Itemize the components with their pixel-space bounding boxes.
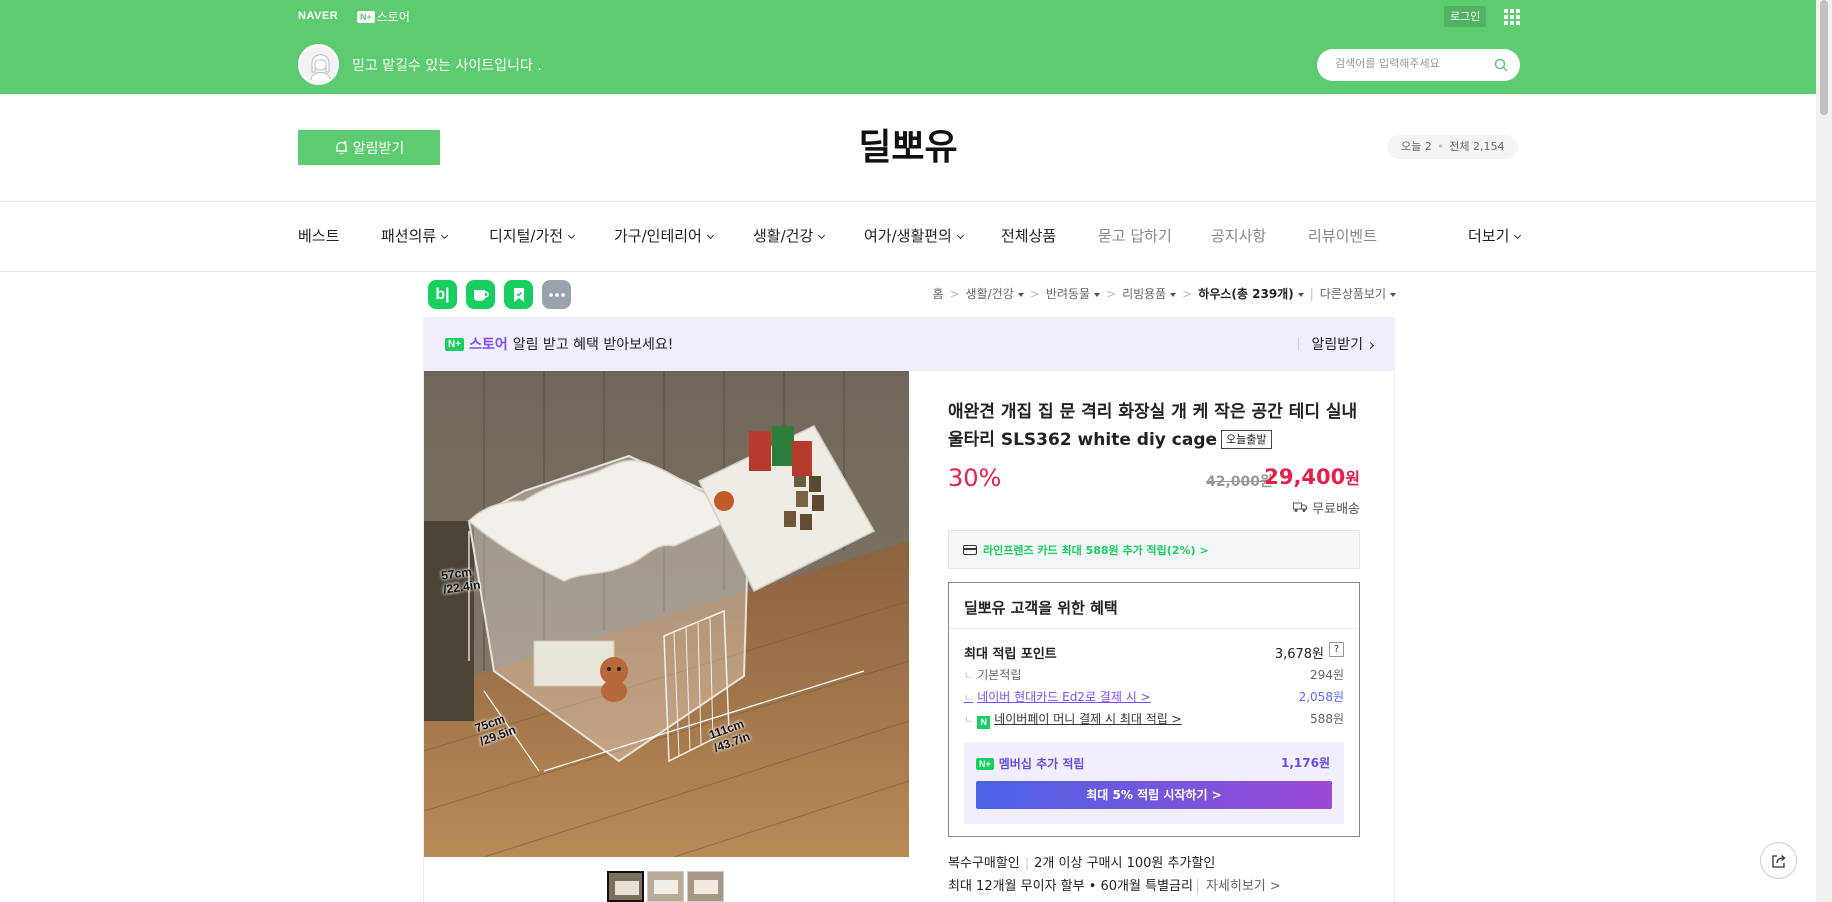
card-benefit-text: 라인프렌즈 카드 최대 588원 추가 적립(2%) >	[983, 544, 1209, 557]
divider	[0, 271, 1816, 272]
visit-counter: 오늘 2 • 전체 2,154	[1387, 135, 1519, 159]
page-scrollbar[interactable]	[1816, 0, 1832, 902]
installment-info: 최대 12개월 무이자 할부 • 60개월 특별금리 자세히보기 >	[948, 879, 1281, 894]
nplus-badge: N+	[445, 337, 465, 351]
credit-card-icon	[963, 545, 977, 555]
top-header: NAVER N+ 스토어 로그인 믿고 맡길수 있는 사이트입니다 .	[0, 0, 1816, 94]
thumbnail[interactable]	[687, 871, 724, 902]
search-icon[interactable]	[1494, 58, 1508, 72]
naver-logo[interactable]: NAVER	[298, 10, 338, 22]
nav-item-leisure[interactable]: 여가/생활편의	[864, 225, 964, 246]
nplus-promo-banner: N+ 스토어 알림 받고 혜택 받아보세요! 알림받기	[423, 317, 1395, 371]
nav-item-notice[interactable]: 공지사항	[1211, 225, 1266, 246]
card-benefit-banner[interactable]: 라인프렌즈 카드 최대 588원 추가 적립(2%) >	[948, 530, 1360, 569]
breadcrumb: 홈 > 생활/건강 > 반려동물 > 리빙용품 > 하우스(총 239개) | …	[932, 285, 1396, 302]
login-button[interactable]: 로그인	[1444, 6, 1487, 27]
chevron-down-icon	[818, 231, 826, 240]
nplus-badge: N+	[357, 10, 375, 23]
more-icon[interactable]	[542, 280, 571, 309]
benefit-box: 딜뽀유 고객을 위한 혜택 최대 적립 포인트 3,678원 ? 기본적립 29…	[948, 582, 1360, 837]
chevron-down-icon	[706, 231, 714, 240]
truck-icon	[1293, 502, 1308, 512]
sale-price: 29,400원	[1264, 465, 1360, 489]
membership-label: N+ 멤버십 추가 적립	[976, 755, 1084, 772]
chevron-down-icon	[568, 231, 576, 240]
nav-item-more[interactable]: 더보기	[1468, 225, 1522, 246]
bulk-discount: 복수구매할인 | 2개 이상 구매시 100원 추가할인	[948, 856, 1216, 871]
chevron-down-icon	[441, 231, 449, 240]
promo-store: 스토어	[469, 337, 508, 353]
nav-item-fashion[interactable]: 패션의류	[381, 225, 449, 246]
promo-alarm-link[interactable]: 알림받기	[1298, 334, 1375, 354]
nplus-badge: N+	[976, 757, 994, 770]
nav-item-best[interactable]: 베스트	[298, 225, 339, 246]
nav-item-qna[interactable]: 묻고 답하기	[1098, 225, 1172, 246]
promo-text: N+ 스토어 알림 받고 혜택 받아보세요!	[445, 334, 673, 354]
nav-item-review-event[interactable]: 리뷰이벤트	[1308, 225, 1377, 246]
product-section: 57cm /22.4in 75cm /29.5in 111cm /43.7in …	[423, 371, 1395, 902]
nav-item-living[interactable]: 생활/건강	[753, 225, 826, 246]
apps-grid-icon[interactable]	[1504, 9, 1520, 25]
divider	[0, 201, 1816, 202]
store-profile-avatar[interactable]	[298, 44, 339, 85]
breadcrumb-item[interactable]: 생활/건강	[966, 285, 1024, 302]
original-price: 42,000원	[1206, 474, 1273, 490]
breadcrumb-home[interactable]: 홈	[932, 285, 943, 302]
share-icon	[1771, 854, 1786, 868]
store-title[interactable]: 딜뽀유	[0, 118, 1816, 170]
share-float-button[interactable]	[1760, 842, 1797, 879]
delivery-info: 무료배송	[1293, 498, 1360, 517]
nplus-store-logo[interactable]: N+ 스토어	[357, 8, 410, 25]
product-title: 애완견 개집 집 문 격리 화장실 개 케 작은 공간 테디 실내 울타리 SL…	[948, 402, 1358, 450]
breadcrumb-other-products[interactable]: 다른상품보기	[1320, 285, 1396, 302]
thumbnail-list	[607, 871, 724, 902]
nplus-store-label: 스토어	[376, 10, 410, 24]
breadcrumb-current[interactable]: 하우스(총 239개)	[1198, 285, 1304, 302]
thumbnail[interactable]	[647, 871, 684, 902]
bookmark-icon[interactable]	[504, 280, 533, 309]
promo-message: 알림 받고 혜택 받아보세요!	[512, 337, 674, 353]
membership-box: N+ 멤버십 추가 적립 1,176원 최대 5% 적립 시작하기 >	[964, 742, 1344, 824]
benefit-title: 딜뽀유 고객을 위한 혜택	[964, 599, 1118, 617]
product-main-image[interactable]: 57cm /22.4in 75cm /29.5in 111cm /43.7in	[424, 371, 909, 857]
help-icon[interactable]: ?	[1329, 642, 1344, 657]
membership-start-button[interactable]: 최대 5% 적립 시작하기 >	[976, 781, 1332, 809]
chevron-down-icon	[1514, 231, 1522, 240]
today-ship-badge: 오늘출발	[1221, 430, 1272, 449]
nav-item-furniture[interactable]: 가구/인테리어	[614, 225, 714, 246]
breadcrumb-item[interactable]: 리빙용품	[1122, 285, 1177, 302]
chevron-down-icon	[956, 231, 964, 240]
cafe-icon[interactable]	[466, 280, 495, 309]
store-tagline: 믿고 맡길수 있는 사이트입니다 .	[352, 58, 542, 74]
max-points-value: 3,678원	[1274, 647, 1324, 662]
search-input[interactable]	[1335, 57, 1485, 70]
visit-today: 오늘 2	[1401, 140, 1432, 153]
installment-more-link[interactable]: 자세히보기 >	[1196, 879, 1281, 894]
nav-item-digital[interactable]: 디지털/가전	[489, 225, 576, 246]
nav-item-all-products[interactable]: 전체상품	[1001, 225, 1056, 246]
npay-icon: N	[977, 716, 991, 729]
membership-value: 1,176원	[1281, 756, 1330, 770]
search-box[interactable]	[1317, 49, 1520, 81]
blog-icon[interactable]: b|	[428, 280, 457, 309]
visit-total: 전체 2,154	[1449, 140, 1505, 153]
share-icons: b|	[428, 280, 571, 309]
discount-rate: 30%	[948, 464, 1002, 492]
breadcrumb-item[interactable]: 반려동물	[1046, 285, 1100, 302]
thumbnail[interactable]	[607, 871, 644, 902]
